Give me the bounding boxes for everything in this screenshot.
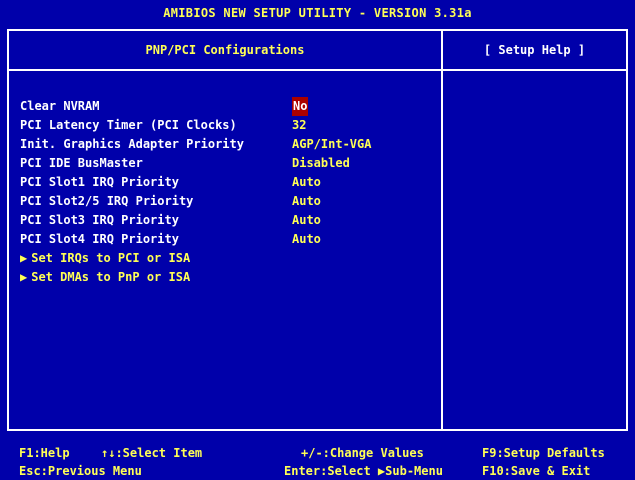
change-values-key-hint: +/-:Change Values — [301, 446, 424, 460]
setting-label: PCI Slot4 IRQ Priority — [20, 232, 179, 246]
settings-list: Clear NVRAM No PCI Latency Timer (PCI Cl… — [20, 97, 440, 287]
setting-row-pci-slot2-5-irq[interactable]: PCI Slot2/5 IRQ Priority Auto — [20, 192, 440, 211]
setup-defaults-key-hint: F9:Setup Defaults — [482, 446, 605, 460]
help-key-hint: F1:Help — [19, 446, 70, 460]
setting-label: PCI IDE BusMaster — [20, 156, 143, 170]
select-item-key-hint: ↑↓:Select Item — [101, 446, 203, 460]
setting-value-pci-slot2-5-irq[interactable]: Auto — [292, 192, 321, 211]
setting-value-pci-ide-busmaster[interactable]: Disabled — [292, 154, 350, 173]
submenu-arrow-icon: ▶ — [20, 251, 28, 265]
submenu-text: Set IRQs to PCI or ISA — [31, 251, 191, 265]
setting-row-pci-ide-busmaster[interactable]: PCI IDE BusMaster Disabled — [20, 154, 440, 173]
key-legend: F1:Help ↑↓:Select Item +/-:Change Values… — [0, 441, 635, 480]
setting-row-pci-slot3-irq[interactable]: PCI Slot3 IRQ Priority Auto — [20, 211, 440, 230]
submenu-arrow-icon: ▶ — [20, 270, 28, 284]
setting-label: PCI Slot2/5 IRQ Priority — [20, 194, 194, 208]
setting-row-clear-nvram[interactable]: Clear NVRAM No — [20, 97, 440, 116]
setting-value-pci-latency-timer[interactable]: 32 — [292, 116, 306, 135]
setting-value-clear-nvram[interactable]: No — [292, 97, 309, 116]
setting-value-pci-slot1-irq[interactable]: Auto — [292, 173, 321, 192]
submenu-label: ▶ Set DMAs to PnP or ISA — [20, 268, 190, 287]
submenu-set-irqs[interactable]: ▶ Set IRQs to PCI or ISA — [20, 249, 440, 268]
bios-title: AMIBIOS NEW SETUP UTILITY - VERSION 3.31… — [163, 6, 472, 20]
setting-value-init-graphics-adapter[interactable]: AGP/Int-VGA — [292, 135, 371, 154]
setting-label: Clear NVRAM — [20, 99, 100, 113]
setting-label: PCI Latency Timer (PCI Clocks) — [20, 118, 237, 132]
setting-row-init-graphics-adapter[interactable]: Init. Graphics Adapter Priority AGP/Int-… — [20, 135, 440, 154]
setting-row-pci-latency-timer[interactable]: PCI Latency Timer (PCI Clocks) 32 — [20, 116, 440, 135]
header-divider — [7, 69, 628, 71]
setting-row-pci-slot4-irq[interactable]: PCI Slot4 IRQ Priority Auto — [20, 230, 440, 249]
setting-label: PCI Slot1 IRQ Priority — [20, 175, 179, 189]
setup-help-title: [ Setup Help ] — [483, 43, 586, 57]
setting-value-pci-slot3-irq[interactable]: Auto — [292, 211, 321, 230]
setting-value-pci-slot4-irq[interactable]: Auto — [292, 230, 321, 249]
submenu-label: ▶ Set IRQs to PCI or ISA — [20, 249, 190, 268]
section-title: PNP/PCI Configurations — [145, 43, 305, 57]
save-exit-key-hint: F10:Save & Exit — [482, 464, 591, 478]
submenu-text: Set DMAs to PnP or ISA — [31, 270, 191, 284]
setting-row-pci-slot1-irq[interactable]: PCI Slot1 IRQ Priority Auto — [20, 173, 440, 192]
submenu-set-dmas[interactable]: ▶ Set DMAs to PnP or ISA — [20, 268, 440, 287]
setting-label: Init. Graphics Adapter Priority — [20, 137, 244, 151]
submenu-key-hint: Enter:Select ▶Sub-Menu — [284, 464, 443, 478]
previous-menu-key-hint: Esc:Previous Menu — [19, 464, 142, 478]
setting-label: PCI Slot3 IRQ Priority — [20, 213, 179, 227]
panel-divider — [441, 29, 443, 431]
